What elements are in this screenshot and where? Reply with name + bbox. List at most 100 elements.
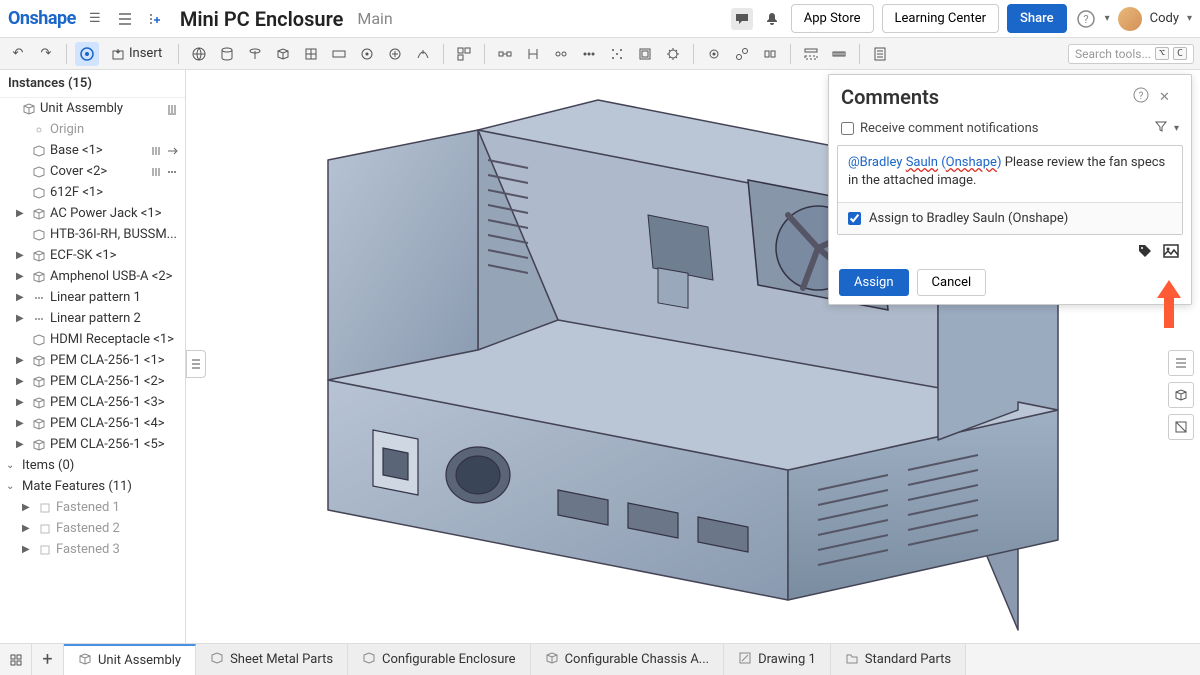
tab[interactable]: Unit Assembly <box>64 644 196 675</box>
mate-item[interactable]: ▶Fastened 1 <box>0 497 185 518</box>
help-caret-icon[interactable]: ▾ <box>1105 13 1110 24</box>
tool-globe-icon[interactable] <box>187 42 211 66</box>
tree-item[interactable]: ▶PEM CLA-256-1 <5> <box>0 434 185 455</box>
tool-revolute-icon[interactable] <box>243 42 267 66</box>
tool-replicate-icon[interactable] <box>549 42 573 66</box>
tree-item[interactable]: Cover <2> <box>0 161 185 182</box>
avatar[interactable] <box>1118 7 1142 31</box>
tree-item[interactable]: 612F <1> <box>0 182 185 203</box>
trail-m1-icon[interactable] <box>149 144 163 158</box>
tree-item[interactable]: ▶PEM CLA-256-1 <3> <box>0 392 185 413</box>
tab-manager-icon[interactable] <box>0 644 32 675</box>
comment-editor[interactable]: @Bradley Sauln (Onshape) Please review t… <box>837 145 1183 235</box>
tab[interactable]: Sheet Metal Parts <box>196 644 348 675</box>
instances-header[interactable]: Instances (15) <box>0 70 185 98</box>
comments-help-icon[interactable]: ? <box>1133 87 1153 107</box>
comment-icon[interactable] <box>731 8 753 30</box>
tool-group-icon[interactable] <box>452 42 476 66</box>
tool-pattern-circular-icon[interactable] <box>605 42 629 66</box>
tree-item[interactable]: Base <1> <box>0 140 185 161</box>
tree-item[interactable]: Origin <box>0 119 185 140</box>
tool-cube-icon[interactable] <box>271 42 295 66</box>
tree-item[interactable]: ▶PEM CLA-256-1 <1> <box>0 350 185 371</box>
view-section-icon[interactable] <box>1168 414 1194 440</box>
tree-toggle-icon[interactable] <box>114 8 136 30</box>
tool-named-positions-icon[interactable] <box>799 42 823 66</box>
tree-item[interactable]: ▶Linear pattern 1 <box>0 287 185 308</box>
filter-caret-icon[interactable]: ▾ <box>1174 123 1179 134</box>
tab[interactable]: Configurable Chassis A... <box>531 644 725 675</box>
insert-button[interactable]: Insert <box>103 43 170 64</box>
assembly-icon <box>32 417 46 431</box>
add-tab-icon[interactable]: + <box>32 644 64 675</box>
tool-parallel-icon[interactable] <box>383 42 407 66</box>
undo-icon[interactable]: ↶ <box>6 42 30 66</box>
logo[interactable]: Onshape <box>8 8 76 29</box>
tree-item[interactable]: ▶AC Power Jack <1> <box>0 203 185 224</box>
tool-ball-icon[interactable] <box>355 42 379 66</box>
help-icon[interactable]: ? <box>1075 8 1097 30</box>
mate-item[interactable]: ▶Fastened 3 <box>0 539 185 560</box>
tree-item[interactable]: ▶PEM CLA-256-1 <4> <box>0 413 185 434</box>
tab[interactable]: Standard Parts <box>831 644 966 675</box>
main-area: Instances (15) Unit AssemblyOriginBase <… <box>0 70 1200 643</box>
trail-suppress-icon[interactable] <box>165 102 179 116</box>
tree-item[interactable]: ▶PEM CLA-256-1 <2> <box>0 371 185 392</box>
tab[interactable]: Configurable Enclosure <box>348 644 531 675</box>
tree-item[interactable]: ▶ECF-SK <1> <box>0 245 185 266</box>
tree-item[interactable]: HDMI Receptacle <1> <box>0 329 185 350</box>
tab[interactable]: Drawing 1 <box>724 644 831 675</box>
mate-item[interactable]: ▶Fastened 2 <box>0 518 185 539</box>
tag-icon[interactable] <box>1137 243 1155 261</box>
trail-m2-icon[interactable] <box>165 144 179 158</box>
redo-icon[interactable]: ↷ <box>34 42 58 66</box>
assembly-icon <box>22 102 36 116</box>
tool-measure-icon[interactable] <box>827 42 851 66</box>
tree-item[interactable]: Unit Assembly <box>0 98 185 119</box>
mate-features-section[interactable]: ⌄ Mate Features (11) <box>0 476 185 497</box>
assign-checkbox[interactable] <box>848 212 861 225</box>
document-title[interactable]: Mini PC Enclosure <box>180 7 344 31</box>
image-attach-icon[interactable] <box>1163 243 1181 261</box>
app-store-button[interactable]: App Store <box>791 4 874 33</box>
tool-cylinder-icon[interactable] <box>215 42 239 66</box>
trail-m1-icon[interactable] <box>149 165 163 179</box>
learning-center-button[interactable]: Learning Center <box>882 4 1000 33</box>
tool-relation-icon[interactable] <box>493 42 517 66</box>
assembly-icon <box>32 354 46 368</box>
assign-button[interactable]: Assign <box>839 269 909 296</box>
cancel-button[interactable]: Cancel <box>917 269 987 296</box>
tree-item[interactable]: HTB-36I-RH, BUSSM... <box>0 224 185 245</box>
items-section[interactable]: ⌄ Items (0) <box>0 455 185 476</box>
document-branch[interactable]: Main <box>357 9 392 28</box>
collapse-panel-icon[interactable] <box>186 350 206 378</box>
tree-item[interactable]: ▶Linear pattern 2 <box>0 308 185 329</box>
tool-tangent-icon[interactable] <box>411 42 435 66</box>
tool-gear2-icon[interactable] <box>702 42 726 66</box>
tree-item[interactable]: ▶Amphenol USB-A <2> <box>0 266 185 287</box>
comments-close-icon[interactable]: ✕ <box>1159 90 1179 105</box>
view-list-icon[interactable] <box>1168 350 1194 376</box>
tool-bom-icon[interactable] <box>868 42 892 66</box>
tool-standard-content-icon[interactable] <box>633 42 657 66</box>
insert-plus-icon[interactable] <box>144 8 166 30</box>
tool-gear1-icon[interactable] <box>661 42 685 66</box>
search-tools[interactable]: Search tools... ⌥ C <box>1068 44 1194 64</box>
tool-exploded-icon[interactable] <box>730 42 754 66</box>
filter-icon[interactable] <box>1154 119 1168 137</box>
versions-icon[interactable] <box>75 42 99 66</box>
tool-snap-icon[interactable] <box>521 42 545 66</box>
view-cube-icon[interactable] <box>1168 382 1194 408</box>
trail-m3-icon[interactable] <box>165 165 179 179</box>
tool-display-states-icon[interactable] <box>758 42 782 66</box>
tool-fastened-icon[interactable] <box>299 42 323 66</box>
share-button[interactable]: Share <box>1007 4 1067 33</box>
bell-icon[interactable] <box>761 8 783 30</box>
menu-icon[interactable]: ☰ <box>84 8 106 30</box>
user-name[interactable]: Cody <box>1150 11 1179 26</box>
tool-pattern-linear-icon[interactable] <box>577 42 601 66</box>
tool-planar-icon[interactable] <box>327 42 351 66</box>
user-caret-icon[interactable]: ▾ <box>1187 13 1192 24</box>
bottom-tabs: + Unit AssemblySheet Metal PartsConfigur… <box>0 643 1200 675</box>
notify-checkbox[interactable] <box>841 122 854 135</box>
